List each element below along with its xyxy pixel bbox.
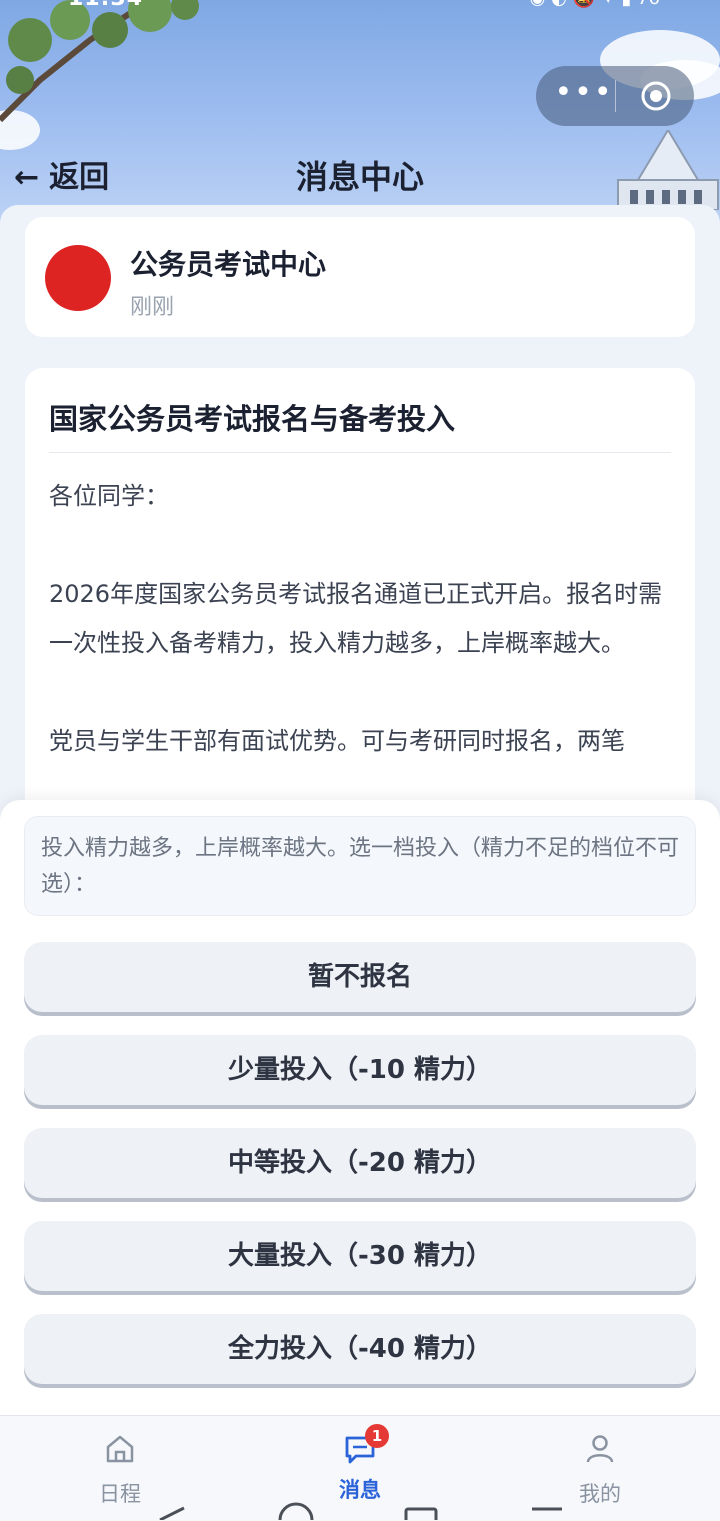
message-card: 国家公务员考试报名与备考投入 各位同学： 2026年度国家公务员考试报名通道已正… <box>25 368 695 868</box>
miniprogram-capsule: ••• <box>536 66 694 126</box>
sender-name: 公务员考试中心 <box>130 248 327 281</box>
status-bar: 11:34 ◉ ◐ 🔕 ✦ ▮ 76 <box>0 0 720 14</box>
status-time: 11:34 <box>68 0 143 11</box>
close-target-icon[interactable] <box>640 80 672 112</box>
option-low-button[interactable]: 少量投入（-10 精力） <box>24 1035 696 1105</box>
home-nav-icon <box>278 1502 314 1520</box>
page-title: 消息中心 <box>295 158 424 196</box>
avatar <box>45 245 111 311</box>
hint-text: 投入精力越多，上岸概率越大。选一档投入（精力不足的档位不可选）： <box>41 836 680 897</box>
chat-icon-wrap: 1 <box>343 1424 389 1466</box>
tree-branch-decoration <box>0 0 199 123</box>
message-body: 各位同学： 2026年度国家公务员考试报名通道已正式开启。报名时需一次性投入备考… <box>49 472 674 766</box>
user-icon <box>586 1435 614 1463</box>
back-nav-icon <box>159 1506 185 1520</box>
battery-level: 76 <box>637 0 660 9</box>
message-title: 国家公务员考试报名与备考投入 <box>49 402 456 436</box>
tab-schedule[interactable]: 日程 <box>60 1432 180 1508</box>
message-greeting: 各位同学： <box>49 482 169 510</box>
option-skip-button[interactable]: 暂不报名 <box>24 942 696 1012</box>
unread-badge: 1 <box>365 1424 389 1448</box>
tab-profile[interactable]: 我的 <box>540 1432 660 1508</box>
divider <box>49 452 671 453</box>
option-high-button[interactable]: 大量投入（-30 精力） <box>24 1221 696 1291</box>
recents-nav-icon <box>404 1507 438 1520</box>
sender-time: 刚刚 <box>130 295 175 320</box>
choice-sheet: 投入精力越多，上岸概率越大。选一档投入（精力不足的档位不可选）： 暂不报名 少量… <box>0 800 720 1415</box>
message-paragraph: 党员与学生干部有面试优势。可与考研同时报名，两笔 <box>49 727 625 755</box>
tab-messages[interactable]: 1 消息 <box>300 1424 420 1504</box>
sender-card: 公务员考试中心 刚刚 <box>25 217 695 337</box>
capsule-divider <box>615 80 616 112</box>
option-medium-button[interactable]: 中等投入（-20 精力） <box>24 1128 696 1198</box>
status-icons: ◉ ◐ 🔕 ✦ ▮ 76 <box>530 0 660 9</box>
message-paragraph: 2026年度国家公务员考试报名通道已正式开启。报名时需一次性投入备考精力，投入精… <box>49 580 663 657</box>
option-full-button[interactable]: 全力投入（-40 精力） <box>24 1314 696 1384</box>
system-nav-bar <box>159 1502 562 1520</box>
hint-box: 投入精力越多，上岸概率越大。选一档投入（精力不足的档位不可选）： <box>24 816 696 916</box>
home-icon <box>106 1435 134 1463</box>
more-icon[interactable]: ••• <box>554 78 614 112</box>
